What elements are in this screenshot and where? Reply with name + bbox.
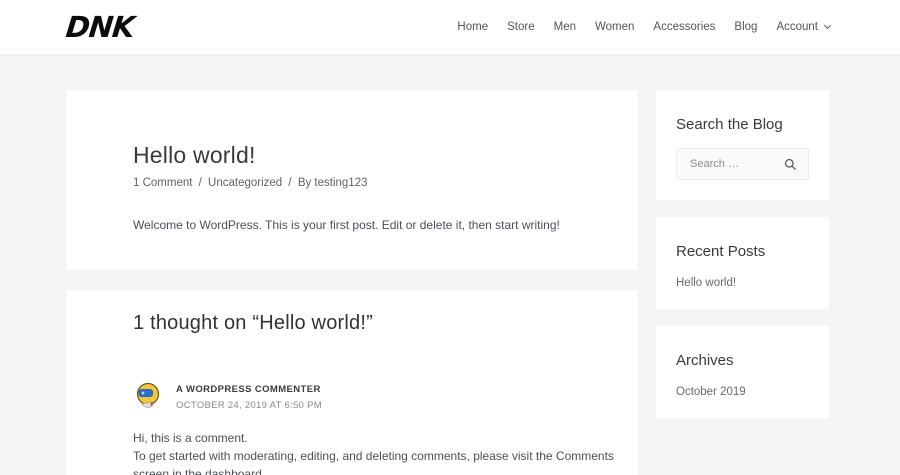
nav-item-account[interactable]: Account — [776, 21, 830, 33]
comments-heading: 1 thought on “Hello world!” — [133, 312, 571, 335]
comment-body: Hi, this is a comment. To get started wi… — [133, 429, 627, 475]
search-input[interactable] — [688, 157, 782, 171]
nav-item-women[interactable]: Women — [595, 21, 634, 33]
comment-text-line: To get started with moderating, editing,… — [133, 447, 627, 475]
search-icon — [784, 158, 797, 171]
nav-item-store[interactable]: Store — [507, 21, 535, 33]
page-content: Hello world! 1 Comment / Uncategorized /… — [0, 55, 900, 475]
post-meta: 1 Comment / Uncategorized / By testing12… — [133, 177, 571, 189]
comment-meta: A WORDPRESS COMMENTER OCTOBER 24, 2019 A… — [176, 381, 322, 411]
comment-item: A WORDPRESS COMMENTER OCTOBER 24, 2019 A… — [133, 381, 571, 475]
chevron-down-icon — [824, 22, 831, 29]
comment-header: A WORDPRESS COMMENTER OCTOBER 24, 2019 A… — [133, 381, 571, 411]
archives-widget: Archives October 2019 — [656, 326, 829, 418]
nav-item-blog[interactable]: Blog — [734, 21, 757, 33]
nav-item-men[interactable]: Men — [554, 21, 576, 33]
recent-post-link[interactable]: Hello world! — [676, 277, 809, 289]
post-category-link[interactable]: Uncategorized — [208, 177, 282, 189]
search-submit-button[interactable] — [782, 156, 799, 173]
post-title[interactable]: Hello world! — [133, 142, 571, 169]
meta-separator: / — [199, 177, 202, 189]
comment-author-name: A WORDPRESS COMMENTER — [176, 384, 322, 395]
post-body-text: Welcome to WordPress. This is your first… — [133, 218, 571, 232]
main-nav: Home Store Men Women Accessories Blog Ac… — [457, 21, 830, 33]
meta-separator: / — [288, 177, 291, 189]
recent-posts-title: Recent Posts — [676, 243, 809, 260]
search-widget: Search the Blog — [656, 90, 829, 200]
site-header: DNK Home Store Men Women Accessories Blo… — [0, 0, 900, 55]
post-author-link[interactable]: By testing123 — [298, 177, 368, 189]
nav-item-home[interactable]: Home — [457, 21, 488, 33]
archive-month-link[interactable]: October 2019 — [676, 386, 809, 398]
search-form — [676, 148, 809, 180]
nav-item-account-label: Account — [776, 21, 818, 33]
commenter-avatar — [133, 381, 163, 411]
search-widget-title: Search the Blog — [676, 116, 809, 133]
archives-title: Archives — [676, 352, 809, 369]
comments-card: 1 thought on “Hello world!” A WORDPRESS … — [66, 290, 638, 475]
recent-posts-widget: Recent Posts Hello world! — [656, 217, 829, 309]
nav-item-accessories[interactable]: Accessories — [653, 21, 715, 33]
sidebar: Search the Blog Recent Posts Hello world… — [656, 90, 829, 435]
post-card: Hello world! 1 Comment / Uncategorized /… — [66, 90, 638, 270]
post-comments-count-link[interactable]: 1 Comment — [133, 177, 192, 189]
site-logo[interactable]: DNK — [64, 10, 135, 44]
comment-date-link[interactable]: OCTOBER 24, 2019 AT 6:50 PM — [176, 400, 322, 411]
primary-column: Hello world! 1 Comment / Uncategorized /… — [66, 90, 638, 475]
comment-text-line: Hi, this is a comment. — [133, 429, 627, 447]
